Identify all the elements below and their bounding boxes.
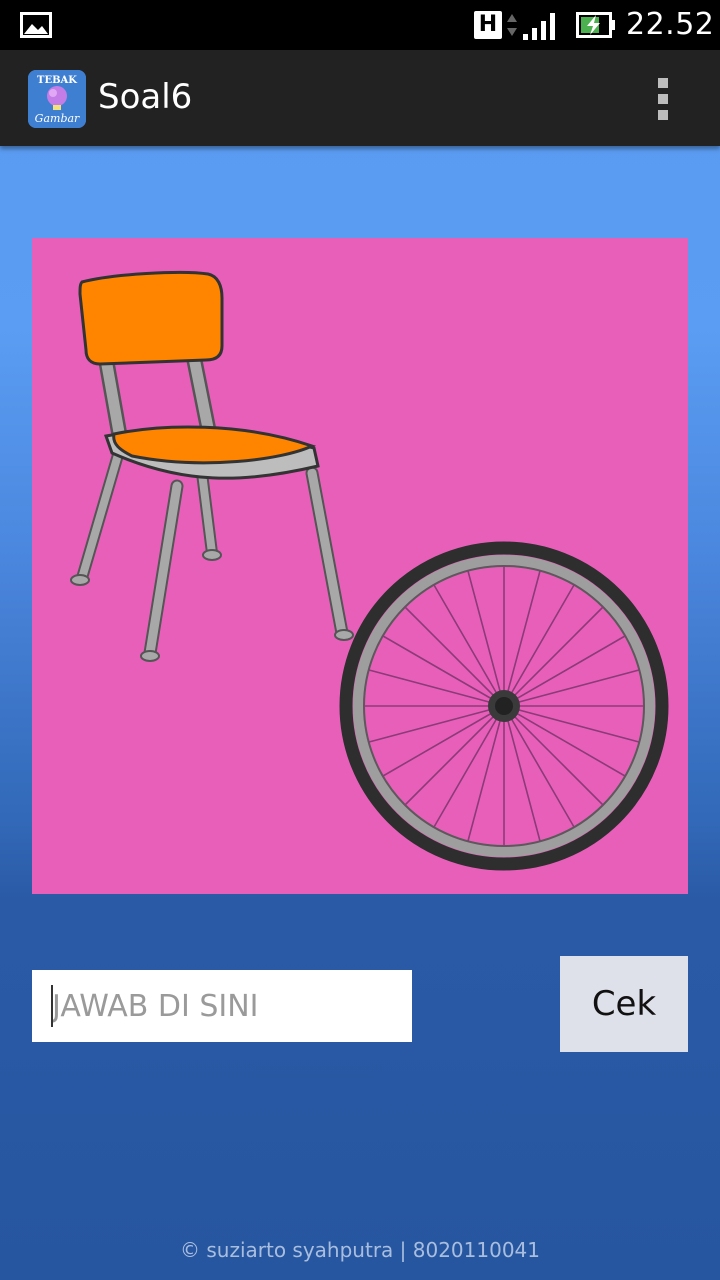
data-arrows-icon (507, 14, 517, 36)
signal-icon (523, 13, 555, 40)
tebak-gambar-logo-icon: TEBAK Gambar (28, 70, 86, 128)
copyright-footer: © suziarto syahputra | 8020110041 (180, 1238, 540, 1262)
puzzle-image (32, 238, 688, 894)
status-bar: H 22.52 (0, 0, 720, 50)
svg-text:TEBAK: TEBAK (37, 75, 77, 86)
chair-illustration (70, 270, 354, 662)
network-type-badge: H (474, 11, 502, 39)
check-answer-button[interactable]: Cek (560, 956, 688, 1052)
action-bar: TEBAK Gambar Soal6 (0, 50, 720, 146)
svg-text:Gambar: Gambar (35, 112, 80, 125)
bicycle-wheel-illustration (339, 541, 669, 871)
overflow-menu-icon[interactable] (648, 72, 680, 124)
clock: 22.52 (626, 7, 715, 42)
battery-charging-icon (576, 12, 615, 38)
text-cursor (51, 985, 53, 1027)
gallery-icon (20, 12, 52, 38)
answer-input[interactable] (32, 970, 412, 1042)
app-icon[interactable]: TEBAK Gambar (28, 70, 86, 128)
screen-title: Soal6 (98, 77, 193, 117)
